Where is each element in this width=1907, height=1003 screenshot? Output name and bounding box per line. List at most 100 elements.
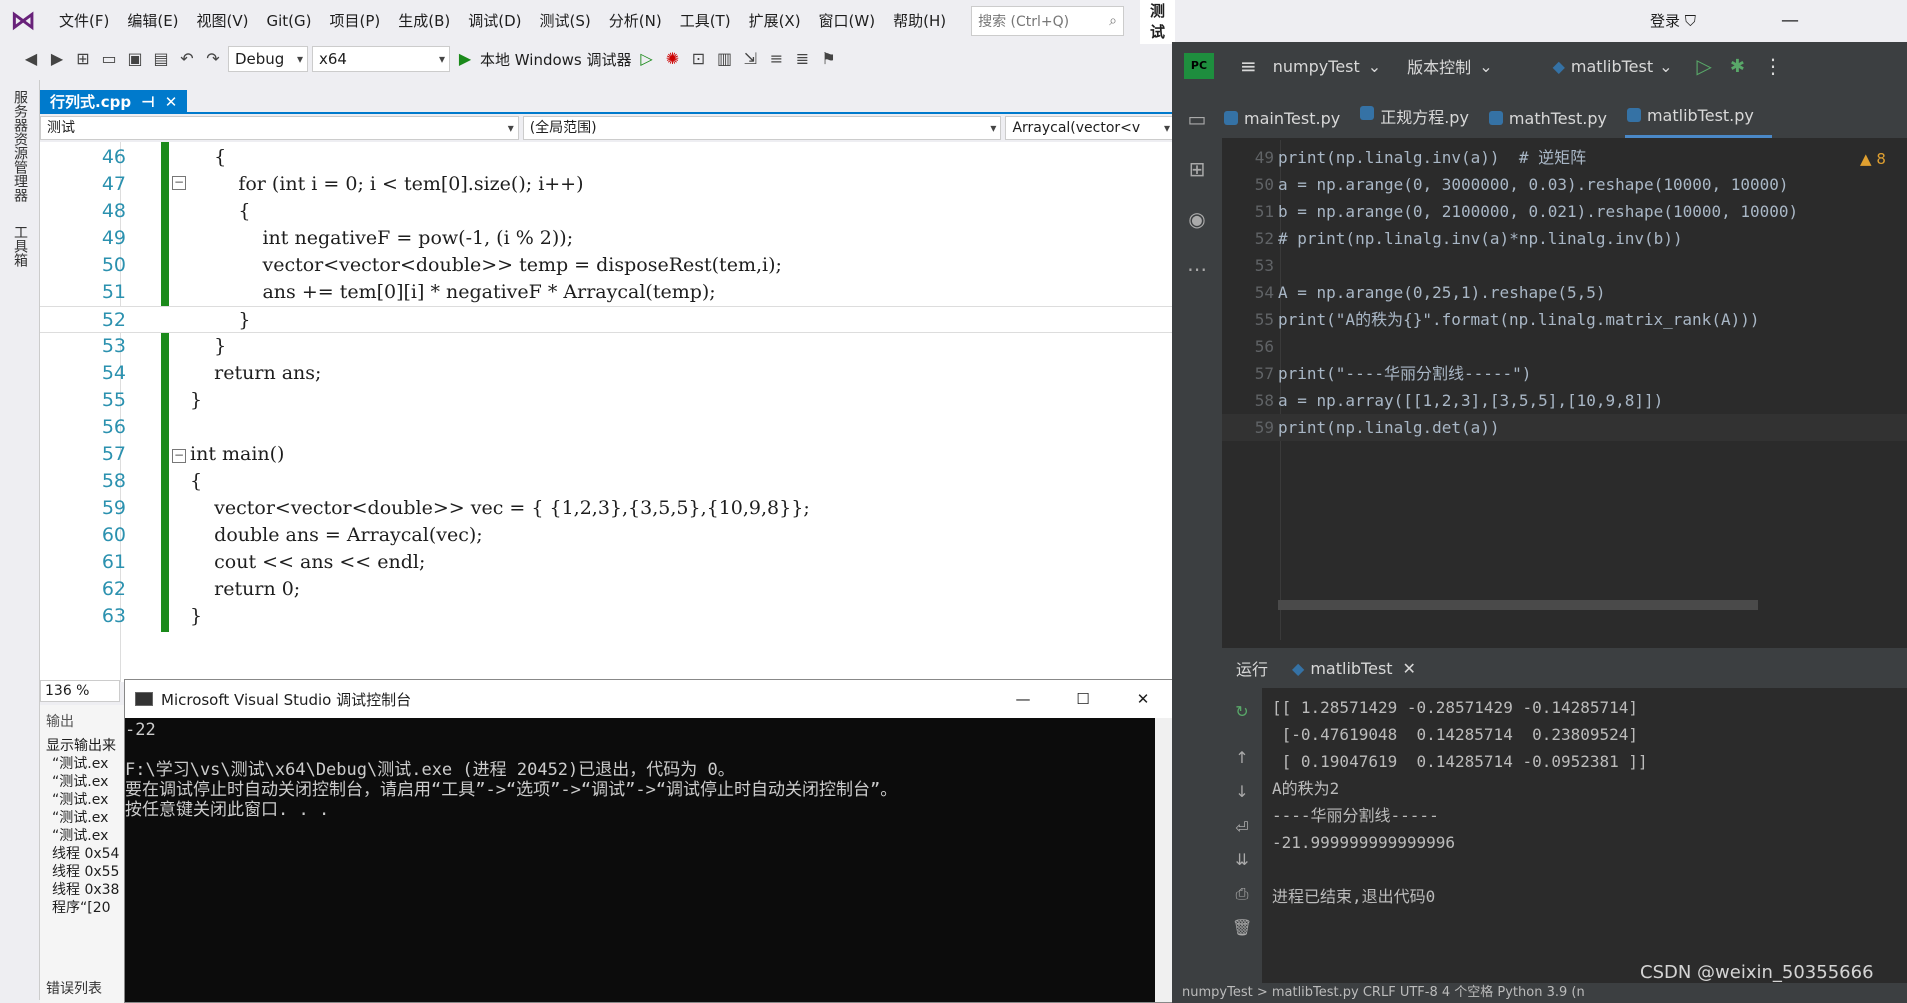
new-project-icon[interactable]: ⊞ [72, 48, 94, 70]
console-close-icon[interactable]: ✕ [1113, 690, 1173, 708]
console-scrollbar[interactable] [1155, 718, 1173, 1002]
project-selector[interactable]: numpyTest [1273, 57, 1360, 76]
rerun-icon[interactable]: ↻ [1232, 702, 1252, 722]
chevron-down-icon[interactable]: ⌄ [1479, 57, 1492, 76]
structure-icon[interactable]: ⊞ [1182, 154, 1212, 184]
code-editor[interactable]: 46 {47 for (int i = 0; i < tem[0].size()… [40, 142, 1175, 682]
tab-matlib-test[interactable]: matlibTest.py [1624, 106, 1772, 138]
pin-icon[interactable]: ⊣ [141, 90, 155, 114]
file-tab[interactable]: 行列式.cpp ⊣ ✕ [40, 90, 188, 114]
menu-item[interactable]: 项目(P) [321, 0, 390, 42]
menu-item[interactable]: 扩展(X) [740, 0, 810, 42]
code-text: } [190, 605, 203, 627]
config-select[interactable]: Debug [228, 46, 308, 72]
chevron-down-icon[interactable]: ⌄ [1368, 57, 1381, 76]
horizontal-scrollbar[interactable] [1278, 600, 1758, 610]
print-icon[interactable]: ⎙ [1232, 884, 1252, 904]
close-icon[interactable]: ✕ [1403, 659, 1416, 678]
solution-name: 测试 [1139, 0, 1175, 44]
run-debugger-button[interactable]: 本地 Windows 调试器 [480, 49, 632, 70]
console-minimize-icon[interactable]: — [993, 690, 1053, 708]
menu-item[interactable]: Git(G) [258, 0, 321, 42]
pycharm-code-editor[interactable]: 49 print(np.linalg.inv(a)) # 逆矩阵 50 a = np.… [1222, 140, 1907, 640]
line-number: 54 [1254, 283, 1274, 302]
trash-icon[interactable]: 🗑 [1232, 918, 1252, 938]
project-folder-icon[interactable]: ▭ [1182, 104, 1212, 134]
hot-reload-icon[interactable]: ✺ [662, 48, 684, 70]
scroll-end-icon[interactable]: ⇊ [1232, 850, 1252, 870]
vcs-selector[interactable]: 版本控制 [1407, 54, 1471, 78]
menu-item[interactable]: 调试(D) [459, 0, 530, 42]
more-icon[interactable]: ⋮ [1763, 54, 1783, 78]
run-icon[interactable]: ▷ [1697, 54, 1712, 78]
soft-wrap-icon[interactable]: ⏎ [1232, 818, 1252, 838]
server-explorer-tab[interactable]: 服务器资源管理器 [10, 90, 30, 202]
save-icon[interactable]: ▣ [124, 48, 146, 70]
error-list-tab[interactable]: 错误列表 [40, 980, 102, 998]
redo-icon[interactable]: ↷ [202, 48, 224, 70]
vs-search-input[interactable]: 搜索 (Ctrl+Q) ⌕ [971, 6, 1124, 36]
forward-icon[interactable]: ▶ [46, 48, 68, 70]
minimize-icon[interactable]: — [1760, 0, 1820, 42]
platform-select[interactable]: x64 [312, 46, 450, 72]
navigation-bar: 测试 (全局范围) Arraycal(vector<v [40, 116, 1175, 142]
zoom-select[interactable]: 136 % [40, 680, 120, 702]
login-label: 登录 [1650, 12, 1681, 30]
run-without-debug-icon[interactable]: ▷ [636, 48, 658, 70]
toolbox-tab[interactable]: 工具箱 [10, 225, 30, 267]
scroll-down-icon[interactable]: ↓ [1232, 782, 1252, 802]
warnings-indicator[interactable]: ▲ 8 [1860, 150, 1886, 168]
close-icon[interactable]: ✕ [165, 90, 178, 114]
menu-item[interactable]: 测试(S) [531, 0, 600, 42]
back-icon[interactable]: ◀ [20, 48, 42, 70]
line-number: 57 [101, 443, 126, 465]
tab-label: mathTest.py [1508, 109, 1607, 128]
code-line: 48 { [40, 198, 1175, 225]
chevron-down-icon[interactable]: ⌄ [1659, 57, 1672, 76]
run-tab[interactable]: matlibTest [1310, 659, 1392, 678]
undo-icon[interactable]: ↶ [176, 48, 198, 70]
run-icon[interactable]: ▶ [454, 48, 476, 70]
menu-item[interactable]: 编辑(E) [118, 0, 187, 42]
nav-member-select[interactable]: Arraycal(vector<v [1005, 116, 1175, 140]
fold-toggle-icon[interactable]: − [172, 449, 186, 463]
menu-item[interactable]: 窗口(W) [810, 0, 885, 42]
visual-studio-logo-icon[interactable]: ⋈ [10, 4, 36, 38]
layout-icon[interactable]: ▥ [714, 48, 736, 70]
login-button[interactable]: 登录 ⛉ [1650, 0, 1696, 42]
menu-item[interactable]: 生成(B) [389, 0, 459, 42]
more-tools-icon[interactable]: ⋯ [1182, 254, 1212, 284]
fold-toggle-icon[interactable]: − [172, 176, 186, 190]
menu-item[interactable]: 文件(F) [50, 0, 118, 42]
menu-item[interactable]: 帮助(H) [884, 0, 955, 42]
open-folder-icon[interactable]: ▭ [98, 48, 120, 70]
menu-item[interactable]: 分析(N) [600, 0, 671, 42]
code-text: ans += tem[0][i] * negativeF * Arraycal(… [190, 281, 716, 303]
bookmark-icon[interactable]: ⚑ [818, 48, 840, 70]
main-menu-icon[interactable]: ≡ [1240, 54, 1257, 78]
console-maximize-icon[interactable]: ☐ [1053, 690, 1113, 708]
line-number: 50 [1254, 175, 1274, 194]
tab-main-test[interactable]: mainTest.py [1222, 109, 1358, 138]
tab-math-test[interactable]: mathTest.py [1487, 109, 1625, 138]
python-console-icon[interactable]: ◉ [1182, 204, 1212, 234]
step-icon[interactable]: ⇲ [740, 48, 762, 70]
nav-scope-select[interactable]: (全局范围) [522, 116, 1002, 140]
menu-item[interactable]: 工具(T) [671, 0, 740, 42]
nav-project-select[interactable]: 测试 [40, 116, 519, 140]
save-all-icon[interactable]: ▤ [150, 48, 172, 70]
console-line: -22 [125, 720, 156, 740]
code-text: print("----华丽分割线-----") [1278, 364, 1532, 383]
line-number: 48 [101, 200, 126, 222]
tab-normal-equation[interactable]: 正规方程.py [1358, 104, 1487, 138]
scroll-up-icon[interactable]: ↑ [1232, 748, 1252, 768]
debug-icon[interactable]: ✱ [1730, 56, 1745, 77]
code-line: 49 print(np.linalg.inv(a)) # 逆矩阵 [1222, 144, 1907, 171]
code-text: # print(np.linalg.inv(a)*np.linalg.inv(b… [1278, 229, 1683, 248]
output-source-select[interactable]: 显示输出来 [40, 731, 124, 755]
solution-explorer-icon[interactable]: ⊡ [688, 48, 710, 70]
indent-icon[interactable]: ≡ [766, 48, 788, 70]
menu-item[interactable]: 视图(V) [188, 0, 258, 42]
run-config-selector[interactable]: matlibTest [1571, 57, 1653, 76]
comment-icon[interactable]: ≣ [792, 48, 814, 70]
